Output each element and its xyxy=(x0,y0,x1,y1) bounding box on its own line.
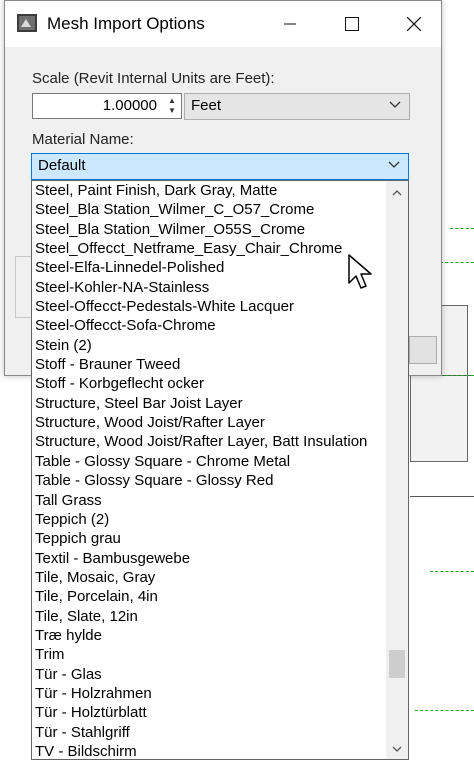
list-item[interactable]: Structure, Wood Joist/Rafter Layer xyxy=(35,413,385,432)
spin-down-icon[interactable]: ▼ xyxy=(165,106,179,116)
spin-up-icon[interactable]: ▲ xyxy=(165,96,179,106)
list-item[interactable]: Steel-Kohler-NA-Stainless xyxy=(35,278,385,297)
list-item[interactable]: Steel_Bla Station_Wilmer_C_O57_Crome xyxy=(35,200,385,219)
list-item[interactable]: Stoff - Korbgeflecht ocker xyxy=(35,374,385,393)
list-item[interactable]: Tür - Glas xyxy=(35,665,385,684)
list-item[interactable]: Steel-Offecct-Pedestals-White Lacquer xyxy=(35,297,385,316)
list-item[interactable]: Steel_Offecct_Netframe_Easy_Chair_Chrome xyxy=(35,239,385,258)
list-item[interactable]: Tall Grass xyxy=(35,491,385,510)
list-item[interactable]: Table - Glossy Square - Chrome Metal xyxy=(35,452,385,471)
scale-label: Scale (Revit Internal Units are Feet): xyxy=(32,70,275,87)
app-icon xyxy=(17,14,37,32)
guide-line xyxy=(450,228,474,229)
list-item[interactable]: Trim xyxy=(35,645,385,664)
list-item[interactable]: Table - Glossy Square - Glossy Red xyxy=(35,471,385,490)
close-button[interactable] xyxy=(391,1,437,47)
list-item[interactable]: Tile, Porcelain, 4in xyxy=(35,587,385,606)
list-item[interactable]: Stoff - Brauner Tweed xyxy=(35,355,385,374)
scrollbar-thumb[interactable] xyxy=(389,650,405,679)
dialog-button[interactable] xyxy=(409,336,437,364)
list-item[interactable]: Steel_Bla Station_Wilmer_O55S_Crome xyxy=(35,220,385,239)
guide-line xyxy=(440,262,474,263)
vertical-scrollbar[interactable] xyxy=(386,181,408,759)
list-item[interactable]: Tür - Stahlgriff xyxy=(35,723,385,742)
unit-select[interactable]: Feet xyxy=(184,93,410,120)
maximize-button[interactable] xyxy=(329,1,375,47)
mouse-cursor-icon xyxy=(348,254,372,289)
list-item[interactable]: Tile, Mosaic, Gray xyxy=(35,568,385,587)
list-item[interactable]: Teppich (2) xyxy=(35,510,385,529)
minimize-icon xyxy=(284,23,296,25)
material-select[interactable]: Default xyxy=(31,153,409,180)
chevron-down-icon xyxy=(389,98,401,112)
list-item[interactable]: Tür - Holztürblatt xyxy=(35,703,385,722)
material-name-label: Material Name: xyxy=(32,131,134,148)
spinner-arrows[interactable]: ▲ ▼ xyxy=(165,96,179,116)
list-item[interactable]: TV - Bildschirm xyxy=(35,742,385,759)
chevron-down-icon xyxy=(388,158,400,172)
list-item[interactable]: Structure, Wood Joist/Rafter Layer, Batt… xyxy=(35,432,385,451)
list-item[interactable]: Structure, Steel Bar Joist Layer xyxy=(35,394,385,413)
guide-line xyxy=(415,710,474,711)
list-item[interactable]: Stein (2) xyxy=(35,336,385,355)
list-item[interactable]: Steel-Elfa-Linnedel-Polished xyxy=(35,258,385,277)
maximize-icon xyxy=(345,17,359,31)
guide-line xyxy=(430,571,474,572)
close-icon xyxy=(407,17,421,31)
unit-value: Feet xyxy=(191,97,222,114)
guide-line xyxy=(440,375,474,376)
list-item[interactable]: Steel, Paint Finish, Dark Gray, Matte xyxy=(35,181,385,200)
list-item[interactable]: Tile, Slate, 12in xyxy=(35,607,385,626)
list-item[interactable]: Tür - Holzrahmen xyxy=(35,684,385,703)
window-title: Mesh Import Options xyxy=(47,14,205,33)
scroll-up-icon[interactable] xyxy=(386,183,408,201)
list-item[interactable]: Textil - Bambusgewebe xyxy=(35,549,385,568)
scale-stepper[interactable]: 1.00000 ▲ ▼ xyxy=(32,93,182,119)
material-selected-value: Default xyxy=(38,157,86,174)
list-item[interactable]: Steel-Offecct-Sofa-Chrome xyxy=(35,316,385,335)
scale-value: 1.00000 xyxy=(102,97,157,114)
list-item[interactable]: Teppich grau xyxy=(35,529,385,548)
list-item[interactable]: Træ hylde xyxy=(35,626,385,645)
minimize-button[interactable] xyxy=(267,1,313,47)
scroll-down-icon[interactable] xyxy=(386,739,408,757)
model-edge xyxy=(410,496,474,497)
title-bar: Mesh Import Options xyxy=(5,1,441,47)
dropdown-items: Steel, Paint Finish, Dark Gray, Matte Ste… xyxy=(35,181,385,759)
